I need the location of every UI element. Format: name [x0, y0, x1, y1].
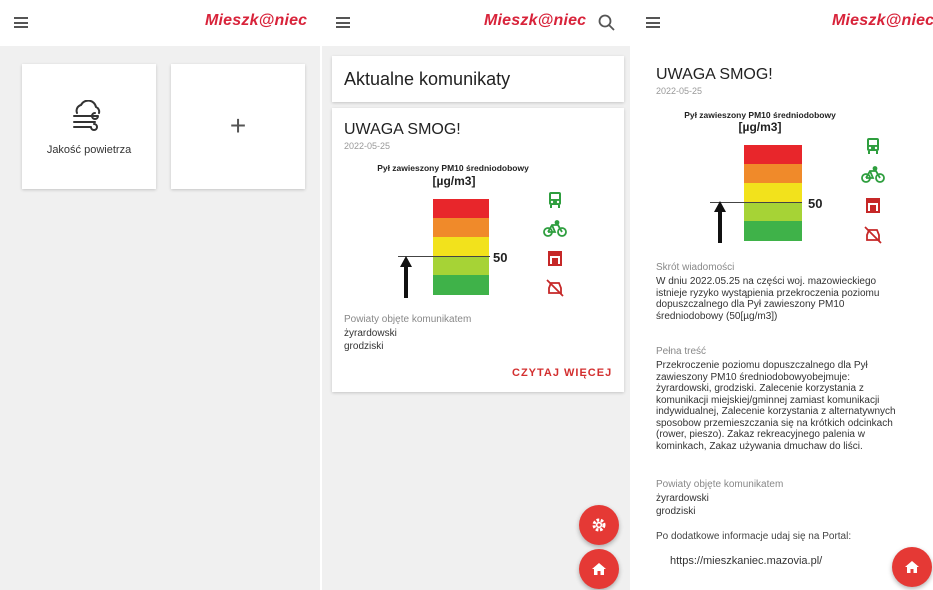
level-value: 50 — [493, 250, 508, 265]
read-more-button[interactable]: CZYTAJ WIĘCEJ — [512, 367, 612, 379]
menu-icon[interactable] — [646, 17, 660, 28]
level-very-low — [433, 275, 489, 295]
full-content-text: Przekroczenie poziomu dopuszczalnego dla… — [656, 360, 896, 452]
chart-unit: [µg/m3] — [432, 174, 476, 188]
level-high — [744, 164, 802, 183]
full-content-label: Pełna treść — [656, 346, 707, 357]
menu-icon[interactable] — [336, 17, 350, 28]
gear-icon — [592, 518, 606, 532]
app-bar: Mieszk@niec — [322, 0, 630, 46]
no-car-icon — [546, 279, 564, 297]
full-line: indywidualnej, Zalecenie korzystania z a… — [656, 406, 896, 417]
pollution-level-bar — [433, 199, 489, 295]
fireplace-icon — [866, 198, 880, 213]
tile-air-quality[interactable]: Jakość powietrza — [22, 64, 156, 189]
summary-line: W dniu 2022.05.25 na części woj. mazowie… — [656, 276, 877, 287]
arrow-up-icon — [714, 201, 726, 243]
detail-date: 2022-05-25 — [656, 86, 703, 96]
portal-link[interactable]: https://mieszkaniec.mazovia.pl/ — [670, 555, 822, 568]
tile-add[interactable]: + — [171, 64, 305, 189]
app-logo: Mieszk@niec — [484, 12, 587, 29]
full-line: żyrardowski, grodziski. Zalecenie korzys… — [656, 383, 864, 394]
full-line: sposobow przemieszczania się na krótkich… — [656, 417, 893, 429]
announcement-detail-screen: Mieszk@niec UWAGA SMOG! 2022-05-25 Pył z… — [632, 0, 933, 590]
fireplace-icon — [548, 251, 562, 266]
level-low — [433, 256, 489, 275]
menu-icon[interactable] — [14, 17, 28, 28]
full-line: Przekroczenie poziomu dopuszczalnego dla… — [656, 360, 868, 371]
level-medium — [433, 237, 489, 256]
districts-label: Powiaty objęte komunikatem — [656, 479, 784, 490]
level-medium — [744, 183, 802, 202]
home-icon — [592, 563, 606, 575]
announcement-card[interactable]: UWAGA SMOG! 2022-05-25 Pył zawieszony PM… — [332, 108, 624, 392]
full-line: kominkach, Zakaz używania dmuchaw do liś… — [656, 440, 863, 452]
tile-label: Jakość powietrza — [46, 144, 132, 156]
announcement-date: 2022-05-25 — [344, 141, 391, 151]
detail-title: UWAGA SMOG! — [656, 66, 773, 83]
full-line: komunikacji miejskiej/gminnej zamiast ko… — [656, 394, 880, 406]
level-very-high — [744, 145, 802, 164]
summary-label: Skrót wiadomości — [656, 262, 735, 273]
cloud-wind-icon — [73, 100, 101, 131]
home-icon — [905, 561, 919, 573]
level-very-low — [744, 221, 802, 241]
chart-title: Pył zawieszony PM10 średniodobowy — [684, 110, 836, 120]
level-high — [433, 218, 489, 237]
home-fab[interactable] — [579, 549, 619, 589]
bicycle-icon — [861, 166, 885, 183]
search-icon[interactable] — [598, 14, 616, 32]
announcement-title: UWAGA SMOG! — [344, 121, 461, 138]
level-low — [744, 202, 802, 221]
no-car-icon — [864, 226, 882, 244]
district-item: żyrardowski — [344, 328, 397, 339]
bicycle-icon — [543, 220, 567, 237]
summary-line: istnieje ryzyko wystąpienia przekroczeni… — [656, 287, 880, 299]
chart-title: Pył zawieszony PM10 średniodobowy — [377, 163, 529, 173]
bus-icon — [867, 138, 879, 154]
chart-unit: [µg/m3] — [738, 120, 782, 134]
full-line: zawieszony PM10 średniodobowyobejmuje: — [656, 371, 850, 383]
summary-text: W dniu 2022.05.25 na części woj. mazowie… — [656, 276, 879, 322]
plus-icon: + — [229, 110, 247, 141]
app-bar: Mieszk@niec — [0, 0, 320, 46]
portal-label: Po dodatkowe informacje udaj się na Port… — [656, 531, 852, 542]
home-screen: Mieszk@niec Jakość powietrza + — [0, 0, 320, 590]
districts-label: Powiaty objęte komunikatem — [344, 314, 472, 325]
level-value: 50 — [808, 196, 823, 211]
section-header: Aktualne komunikaty — [332, 56, 624, 102]
announcements-screen: Mieszk@niec Aktualne komunikaty UWAGA SM… — [322, 0, 630, 590]
pollution-level-bar — [744, 145, 802, 241]
settings-fab[interactable] — [579, 505, 619, 545]
level-very-high — [433, 199, 489, 218]
district-item: żyrardowski — [656, 493, 709, 504]
home-fab[interactable] — [892, 547, 932, 587]
district-item: grodziski — [656, 506, 696, 517]
district-item: grodziski — [344, 341, 384, 352]
arrow-up-icon — [400, 256, 412, 298]
app-logo: Mieszk@niec — [205, 12, 308, 29]
summary-line: średniodobowy (50[µg/m3]) — [656, 310, 778, 322]
summary-line: dopuszczalnego dla Pył zawieszony PM10 — [656, 299, 845, 310]
app-logo: Mieszk@niec — [832, 12, 933, 29]
page-title: Aktualne komunikaty — [344, 69, 511, 89]
bus-icon — [549, 192, 561, 208]
full-line: (rower, pieszo). Zakaz rekreacyjnego pal… — [656, 429, 865, 440]
app-bar: Mieszk@niec — [632, 0, 933, 46]
